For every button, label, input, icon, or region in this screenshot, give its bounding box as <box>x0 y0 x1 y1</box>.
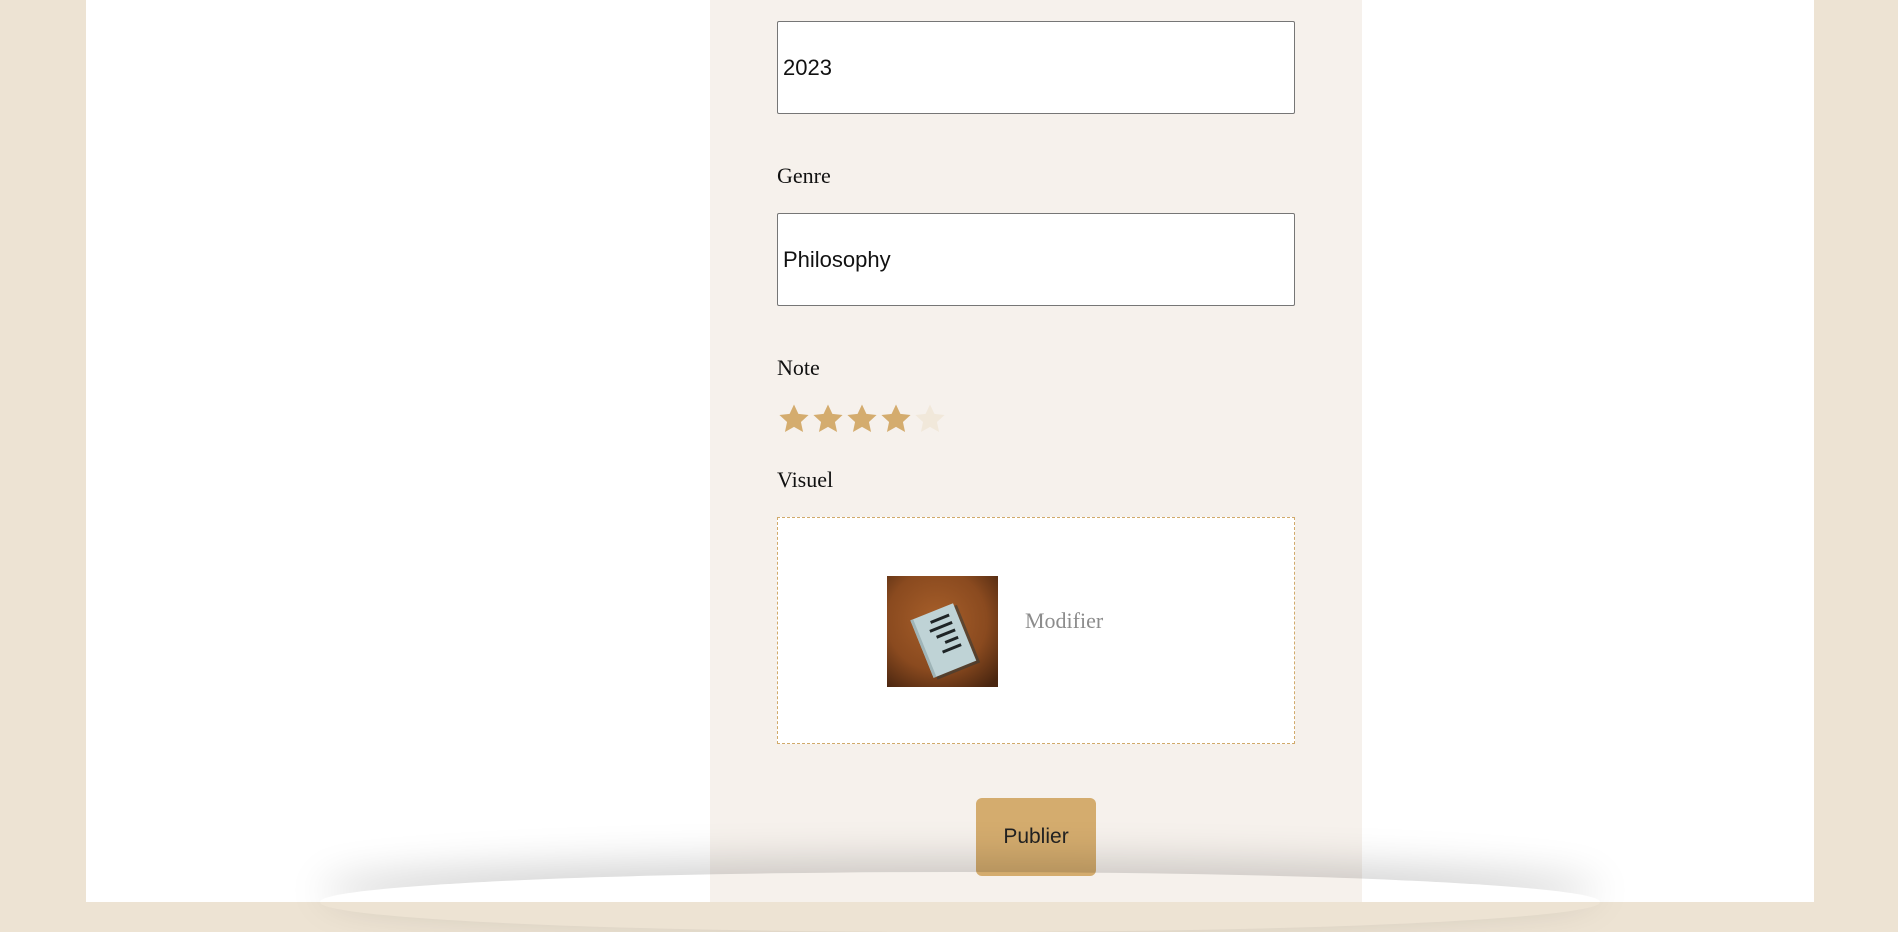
visual-label: Visuel <box>777 467 834 492</box>
note-label: Note <box>777 355 820 380</box>
modify-image-link[interactable]: Modifier <box>1025 608 1103 634</box>
year-input[interactable] <box>777 21 1295 114</box>
star-icon[interactable] <box>913 402 947 436</box>
book-cover-thumbnail <box>887 576 998 687</box>
star-icon[interactable] <box>879 402 913 436</box>
genre-input[interactable] <box>777 213 1295 306</box>
star-icon[interactable] <box>845 402 879 436</box>
page-background: Genre Note Visuel <box>86 0 1814 902</box>
star-icon[interactable] <box>811 402 845 436</box>
book-form: Genre Note Visuel <box>710 0 1362 902</box>
image-upload-zone[interactable]: Modifier <box>777 517 1295 744</box>
genre-label: Genre <box>777 163 831 188</box>
star-rating[interactable] <box>777 402 947 436</box>
publish-button[interactable]: Publier <box>976 798 1096 876</box>
star-icon[interactable] <box>777 402 811 436</box>
